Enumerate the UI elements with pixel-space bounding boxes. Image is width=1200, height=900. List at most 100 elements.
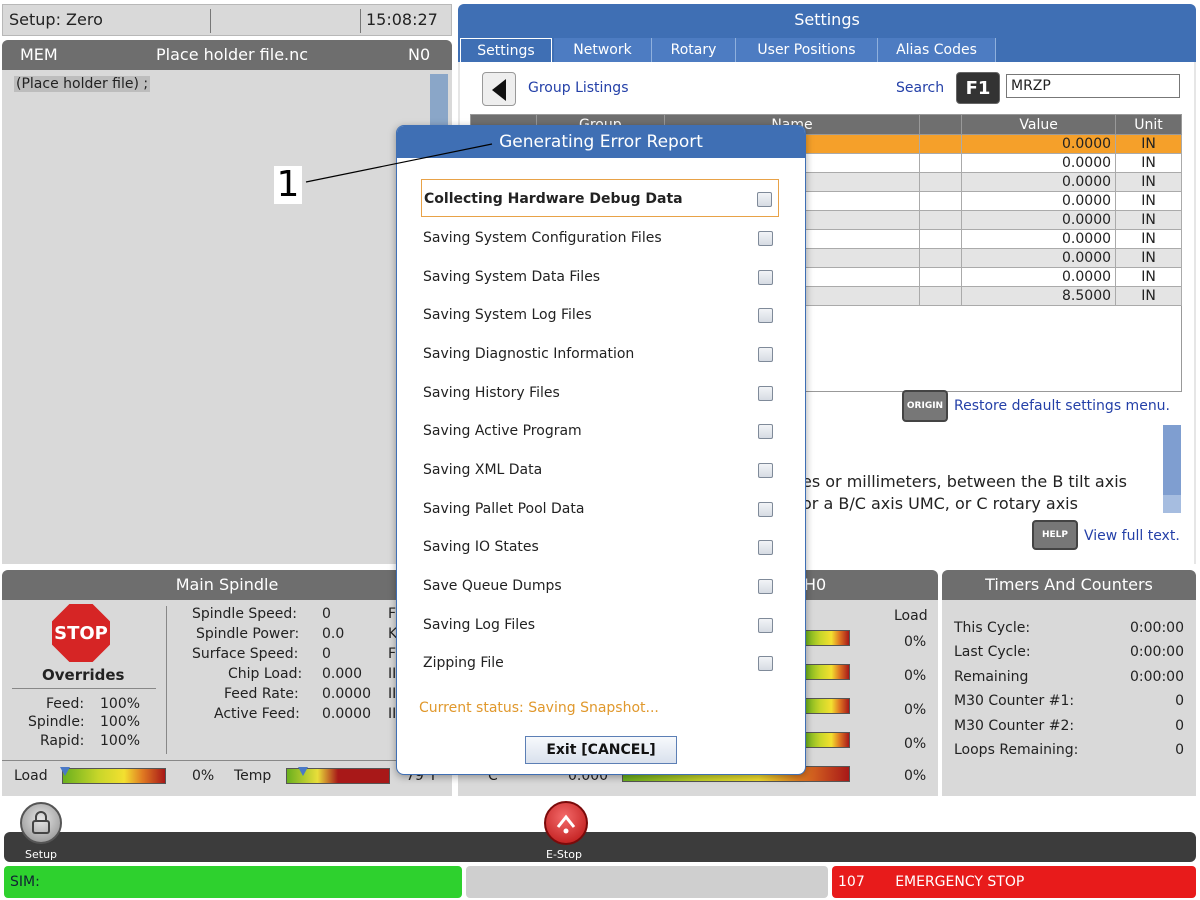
checkbox [758, 618, 773, 633]
axis-load-label: Load [894, 608, 928, 624]
chip-load-label: Chip Load: [228, 666, 303, 682]
divider [360, 9, 361, 33]
checkbox [758, 308, 773, 323]
estop-label: E-Stop [546, 848, 582, 861]
divider [166, 606, 167, 754]
active-feed-label: Active Feed: [214, 706, 300, 722]
back-arrow-button[interactable] [482, 72, 516, 106]
status-middle [466, 866, 828, 898]
spindle-override-value: 100% [100, 714, 141, 730]
m30-counter-2-value: 0 [1175, 718, 1184, 734]
spindle-power-value: 0.0 [322, 626, 345, 642]
temp-marker-icon [298, 767, 308, 776]
task-history: Saving History Files [421, 374, 779, 412]
checkbox [758, 540, 773, 555]
axis-load-bar [804, 698, 850, 714]
description-line-2: or a B/C axis UMC, or C rotary axis [802, 494, 1078, 513]
tab-alias-codes[interactable]: Alias Codes [878, 38, 996, 62]
current-status: Current status: Saving Snapshot... [419, 700, 659, 716]
checkbox [758, 656, 773, 671]
tab-settings[interactable]: Settings [460, 38, 552, 62]
divider [12, 688, 156, 689]
view-full-text-link[interactable]: View full text. [1084, 528, 1180, 544]
surface-speed-value: 0 [322, 646, 331, 662]
program-line[interactable]: (Place holder file) ; [14, 76, 151, 92]
task-label: Saving System Data Files [423, 269, 601, 285]
divider [2, 760, 452, 761]
task-diagnostic: Saving Diagnostic Information [421, 335, 779, 373]
last-cycle-label: Last Cycle: [954, 644, 1031, 660]
surface-speed-unit: F [388, 646, 397, 662]
help-key-icon[interactable]: HELP [1032, 520, 1078, 550]
setup-lock-button[interactable] [20, 802, 62, 844]
task-label: Saving Pallet Pool Data [423, 501, 585, 517]
remaining-value: 0:00:00 [1130, 669, 1184, 685]
m30-counter-2-label: M30 Counter #2: [954, 718, 1075, 734]
axis-load-bar [804, 732, 850, 748]
program-panel: MEM Place holder file.nc N0 (Place holde… [2, 40, 452, 564]
task-label: Saving Active Program [423, 423, 582, 439]
program-filename: Place holder file.nc [156, 45, 309, 64]
callout-number: 1 [274, 166, 302, 204]
description-line-1: es or millimeters, between the B tilt ax… [802, 472, 1127, 491]
alarm-status[interactable]: 107 EMERGENCY STOP [832, 866, 1196, 898]
tab-user-positions[interactable]: User Positions [736, 38, 878, 62]
checkbox [758, 463, 773, 478]
axis-load-bar [804, 664, 850, 680]
this-cycle-label: This Cycle: [954, 620, 1031, 636]
clock: 15:08:27 [366, 10, 438, 29]
checkbox [758, 386, 773, 401]
top-status-bar: Setup: Zero 15:08:27 [2, 4, 452, 36]
feed-override-value: 100% [100, 696, 141, 712]
status-bar: SIM: 107 EMERGENCY STOP [0, 864, 1200, 900]
spindle-load-label: Load [14, 768, 48, 784]
settings-title: Settings [458, 4, 1196, 36]
m30-counter-1-value: 0 [1175, 693, 1184, 709]
checkbox [758, 424, 773, 439]
feed-rate-label: Feed Rate: [224, 686, 299, 702]
spindle-override-label: Spindle: [28, 714, 85, 730]
timers-title: Timers And Counters [942, 570, 1196, 600]
rapid-override-label: Rapid: [40, 733, 85, 749]
stop-label: STOP [54, 623, 108, 644]
group-listings-link[interactable]: Group Listings [528, 80, 629, 96]
remaining-label: Remaining [954, 669, 1029, 685]
spindle-title: Main Spindle [2, 570, 452, 600]
checkbox [758, 270, 773, 285]
loops-remaining-label: Loops Remaining: [954, 742, 1079, 758]
program-header: MEM Place holder file.nc N0 [2, 40, 452, 70]
task-label: Collecting Hardware Debug Data [424, 191, 683, 207]
main-spindle-panel: Main Spindle STOP Overrides Feed: 100% S… [2, 570, 452, 796]
task-system-log: Saving System Log Files [421, 296, 779, 334]
task-io-states: Saving IO States [421, 528, 779, 566]
task-label: Saving History Files [423, 385, 560, 401]
last-cycle-value: 0:00:00 [1130, 644, 1184, 660]
tab-rotary[interactable]: Rotary [652, 38, 736, 62]
f1-key-icon[interactable]: F1 [956, 72, 1000, 104]
feed-override-label: Feed: [46, 696, 85, 712]
bottom-toolbar [4, 832, 1196, 862]
spindle-speed-value: 0 [322, 606, 331, 622]
checkbox [758, 502, 773, 517]
task-label: Saving Log Files [423, 617, 536, 633]
chip-load-value: 0.000 [322, 666, 363, 682]
exit-cancel-button[interactable]: Exit [CANCEL] [525, 736, 677, 764]
rapid-override-value: 100% [100, 733, 141, 749]
task-label: Saving IO States [423, 539, 539, 555]
task-label: Save Queue Dumps [423, 578, 562, 594]
spindle-speed-unit: F [388, 606, 397, 622]
restore-defaults-link[interactable]: Restore default settings menu. [954, 398, 1170, 414]
spindle-load-value: 0% [192, 768, 215, 784]
timers-panel: Timers And Counters This Cycle: 0:00:00 … [942, 570, 1196, 796]
checkbox [758, 231, 773, 246]
spindle-power-label: Spindle Power: [196, 626, 300, 642]
search-input[interactable]: MRZP [1006, 74, 1180, 98]
origin-key-icon[interactable]: ORIGIN [902, 390, 948, 422]
estop-button[interactable] [544, 801, 588, 845]
alarm-text: EMERGENCY STOP [895, 874, 1025, 890]
program-source: MEM [20, 45, 58, 64]
load-marker-icon [60, 767, 70, 776]
tab-network[interactable]: Network [554, 38, 652, 62]
description-scrollbar[interactable] [1162, 424, 1182, 514]
task-system-data: Saving System Data Files [421, 258, 779, 296]
